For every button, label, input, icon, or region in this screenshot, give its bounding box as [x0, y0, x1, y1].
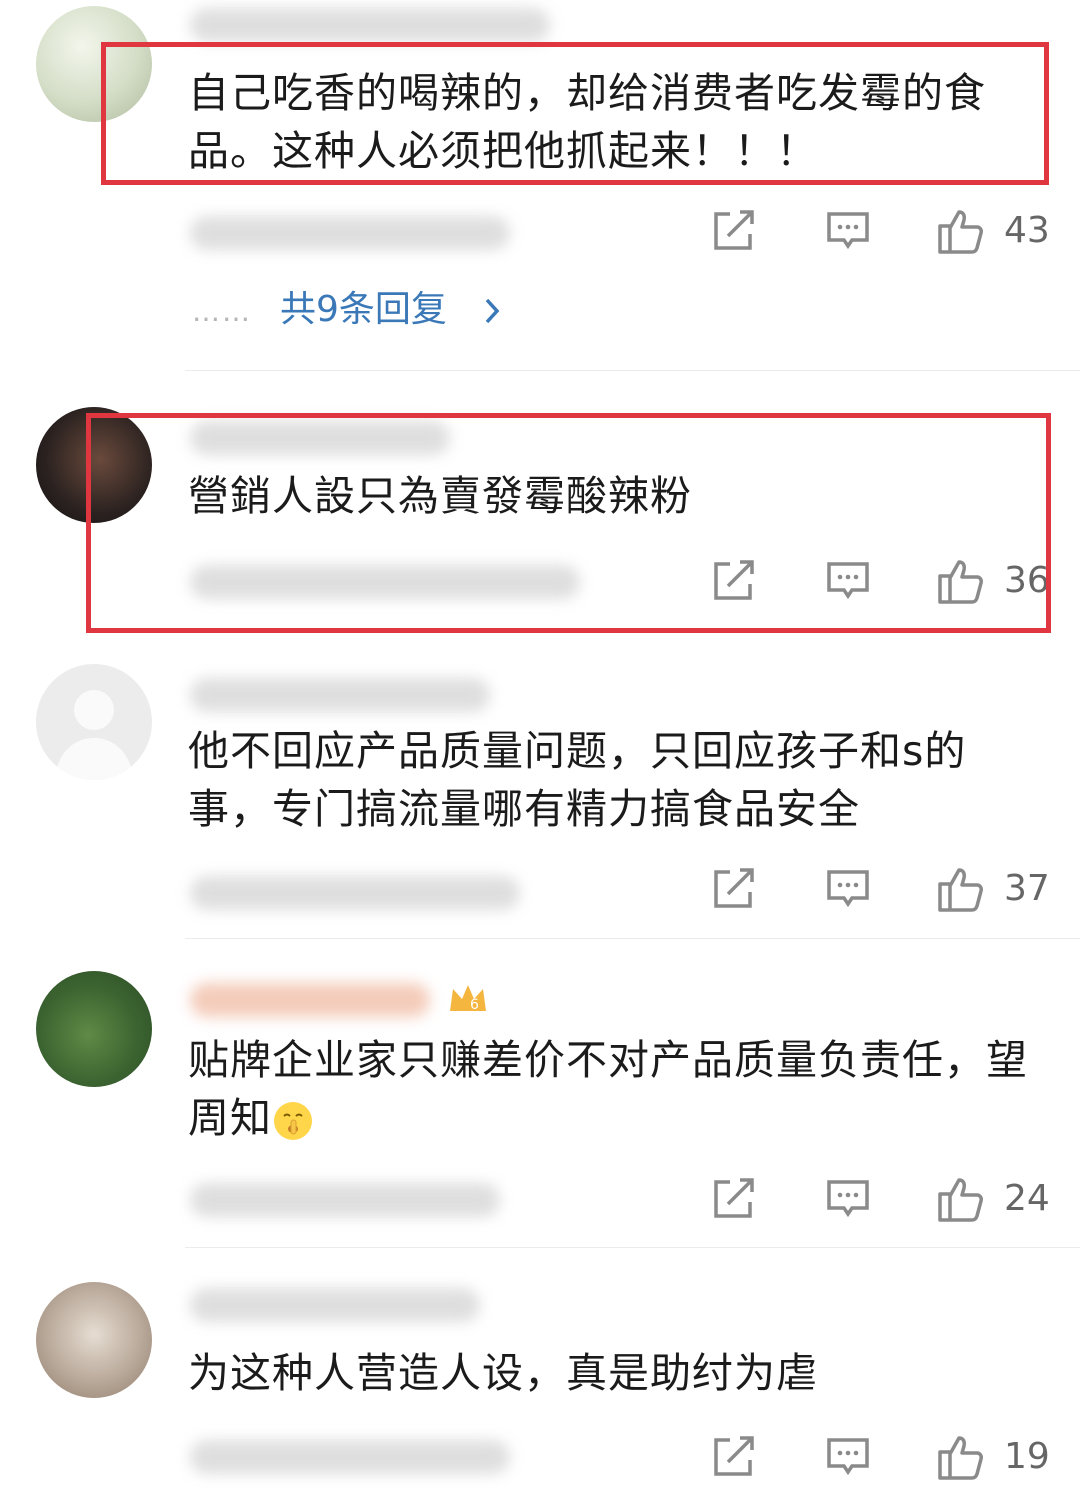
comment-text: 他不回应产品质量问题，只回应孩子和s的事，专门搞流量哪有精力搞食品安全 [188, 727, 967, 833]
comment-icon[interactable] [824, 1174, 872, 1226]
member-badge-icon: 6 [450, 985, 486, 1013]
comment-icon[interactable] [824, 1432, 872, 1484]
like-count: 43 [1004, 210, 1050, 251]
comment-5: 为这种人营造人设，真是助纣为虐 19 [0, 1248, 1080, 1498]
comment-icon[interactable] [824, 206, 872, 258]
like-count: 37 [1004, 868, 1050, 909]
reply-dots: …… [192, 295, 252, 328]
comment-text-content: 贴牌企业家只赚差价不对产品质量负责任，望周知 [188, 1036, 1028, 1142]
username-blurred [190, 983, 430, 1017]
username-blurred [190, 678, 490, 712]
like-icon[interactable] [936, 864, 986, 918]
like-icon[interactable] [936, 1432, 986, 1486]
share-icon[interactable] [710, 206, 758, 258]
comment-actions: 24 [0, 1174, 1080, 1224]
highlight-box-2 [86, 413, 1051, 633]
share-icon[interactable] [710, 1174, 758, 1226]
like-icon[interactable] [936, 206, 986, 260]
view-replies-link[interactable]: …… 共9条回复 [192, 285, 500, 335]
avatar[interactable] [36, 1282, 152, 1398]
share-icon[interactable] [710, 864, 758, 916]
comment-icon[interactable] [824, 864, 872, 916]
comment-3: 他不回应产品质量问题，只回应孩子和s的事，专门搞流量哪有精力搞食品安全 37 [0, 650, 1080, 938]
like-count: 24 [1004, 1178, 1050, 1219]
comment-4: 6 贴牌企业家只赚差价不对产品质量负责任，望周知 24 [0, 939, 1080, 1247]
chevron-right-icon [485, 298, 500, 324]
like-icon[interactable] [936, 1174, 986, 1228]
comment-actions: 37 [0, 864, 1080, 914]
like-count: 19 [1004, 1436, 1050, 1477]
comment-actions: 19 [0, 1432, 1080, 1482]
svg-text:6: 6 [470, 997, 479, 1013]
comment-text: 为这种人营造人设，真是助纣为虐 [188, 1349, 818, 1397]
avatar[interactable] [36, 664, 152, 780]
username-blurred [190, 1288, 480, 1322]
avatar[interactable] [36, 971, 152, 1087]
share-icon[interactable] [710, 1432, 758, 1484]
shushing-face-emoji-icon [274, 1102, 312, 1140]
comment-text: 贴牌企业家只赚差价不对产品质量负责任，望周知 [188, 1031, 1048, 1147]
username-blurred [190, 8, 550, 42]
comment-actions: 43 [0, 206, 1080, 256]
highlight-box-1 [101, 42, 1049, 185]
reply-count-text[interactable]: 共9条回复 [280, 289, 447, 330]
